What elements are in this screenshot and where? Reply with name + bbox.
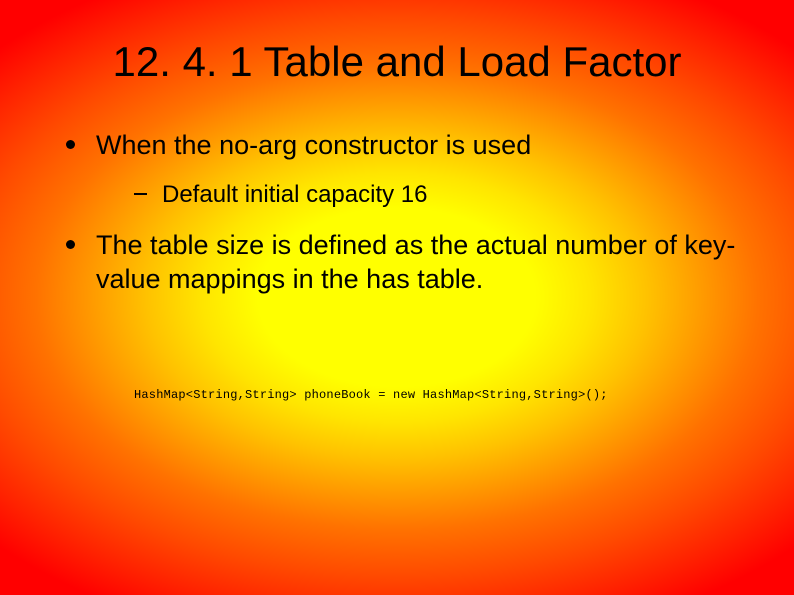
- sub-bullet-text: Default initial capacity 16: [162, 181, 427, 208]
- bullet-list: When the no-arg constructor is used Defa…: [58, 128, 736, 297]
- sub-bullet-list: Default initial capacity 16: [128, 179, 736, 210]
- list-item: When the no-arg constructor is used Defa…: [58, 128, 736, 210]
- slide-content: When the no-arg constructor is used Defa…: [58, 128, 736, 315]
- slide-title: 12. 4. 1 Table and Load Factor: [0, 38, 794, 86]
- bullet-text: When the no-arg constructor is used: [96, 130, 531, 160]
- code-snippet: HashMap<String,String> phoneBook = new H…: [134, 388, 608, 402]
- slide: 12. 4. 1 Table and Load Factor When the …: [0, 0, 794, 595]
- list-item: Default initial capacity 16: [128, 179, 736, 210]
- bullet-text: The table size is defined as the actual …: [96, 230, 735, 295]
- list-item: The table size is defined as the actual …: [58, 228, 736, 297]
